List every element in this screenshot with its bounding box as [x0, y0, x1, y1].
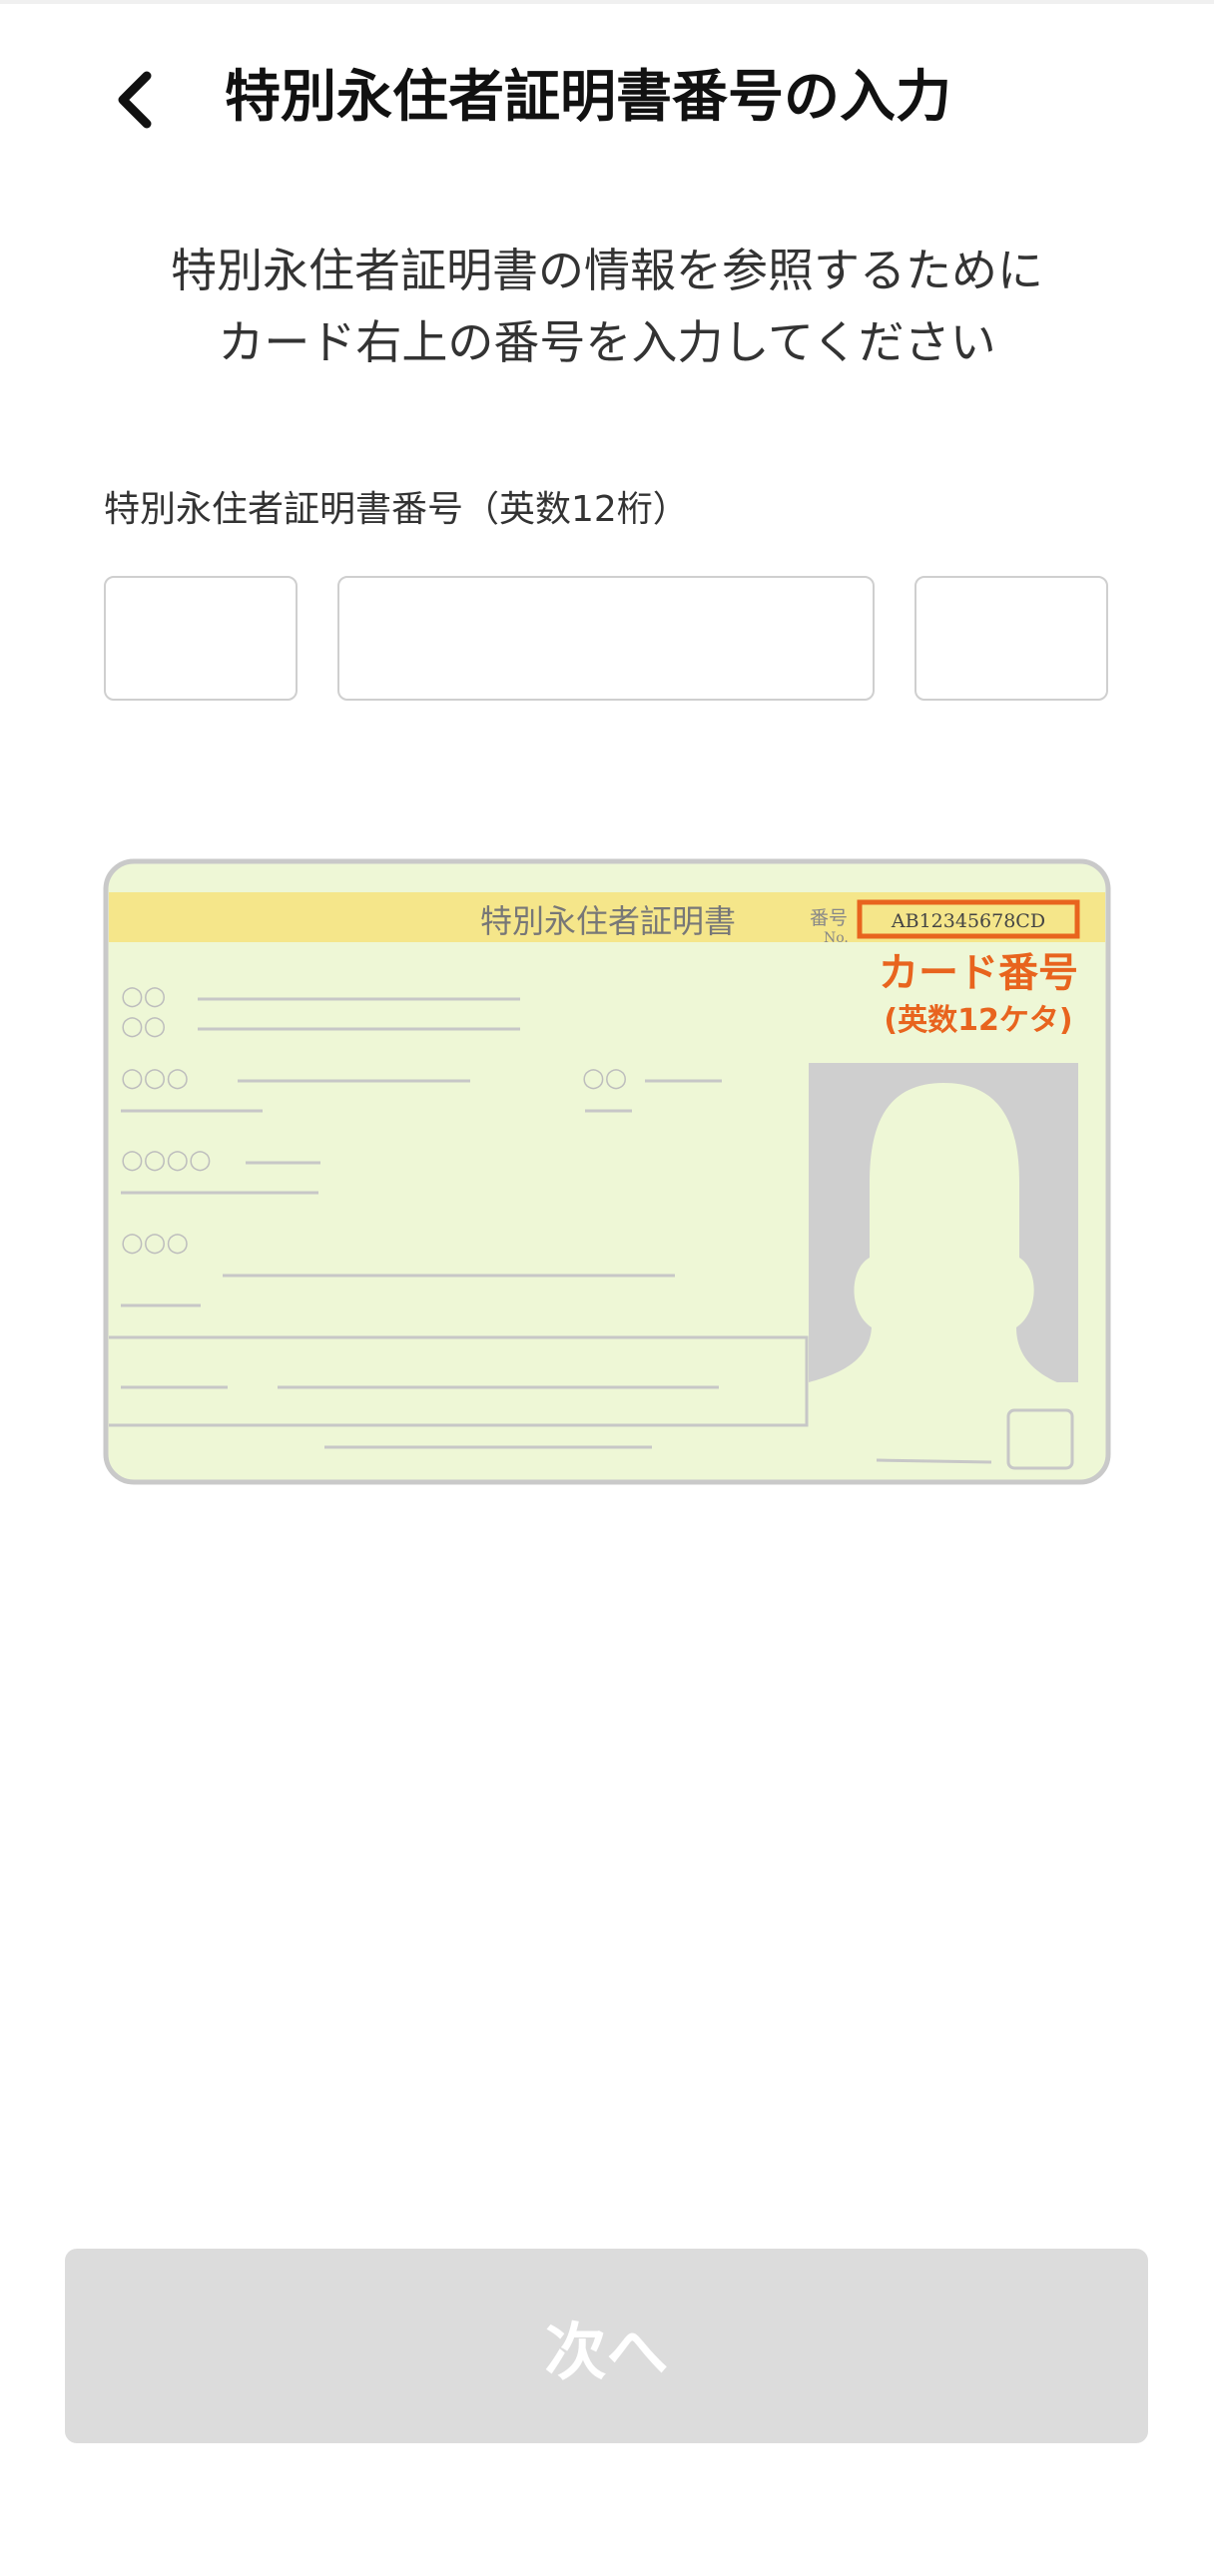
- mark-row-2: ○○: [121, 1011, 166, 1041]
- mark-row-5: ○○○: [121, 1228, 189, 1258]
- instruction-line-2: カード右上の番号を入力してください: [218, 315, 996, 369]
- page-title: 特別永住者証明書番号の入力: [225, 65, 951, 130]
- mark-row-3: ○○○: [121, 1063, 189, 1093]
- card-number-label-jp: 番号: [810, 907, 848, 929]
- chevron-left-icon: [118, 71, 152, 129]
- back-button[interactable]: [100, 60, 170, 140]
- mark-row-1: ○○: [121, 981, 166, 1011]
- instruction-text: 特別永住者証明書の情報を参照するために カード右上の番号を入力してください: [0, 235, 1214, 378]
- card-number-input-3[interactable]: [914, 576, 1108, 701]
- status-divider: [0, 0, 1214, 4]
- card-sample-number: AB12345678CD: [891, 910, 1045, 932]
- callout-title: カード番号: [879, 950, 1078, 996]
- card-number-label: 特別永住者証明書番号（英数12桁）: [104, 489, 689, 530]
- card-number-label-en: No.: [824, 930, 849, 946]
- mark-row-4: ○○○○: [121, 1145, 212, 1175]
- card-number-input-1[interactable]: [104, 576, 298, 701]
- card-number-input-2[interactable]: [337, 576, 875, 701]
- card-title: 特別永住者証明書: [480, 902, 736, 940]
- next-button[interactable]: 次へ: [65, 2249, 1148, 2443]
- mark-row-3b: ○○: [582, 1063, 627, 1093]
- callout-subtitle: (英数12ケタ): [884, 1003, 1072, 1038]
- instruction-line-1: 特別永住者証明書の情報を参照するために: [171, 244, 1043, 297]
- card-illustration: 特別永住者証明書 番号 No. AB12345678CD カード番号 (英数12…: [103, 858, 1111, 1485]
